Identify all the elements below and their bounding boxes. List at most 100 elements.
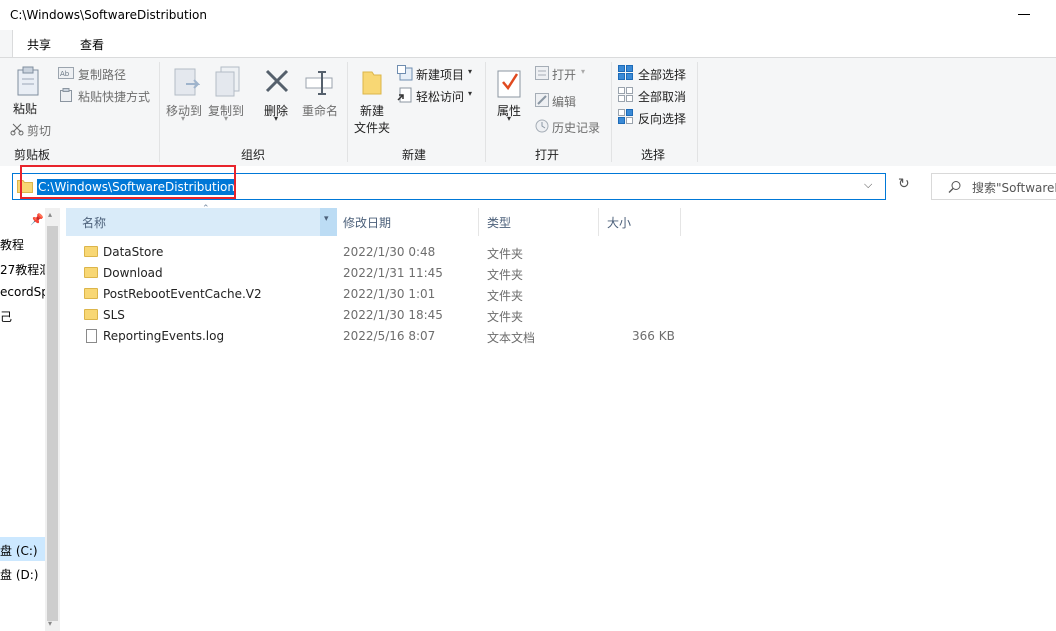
column-type-label: 类型 <box>487 216 512 230</box>
column-header-modified[interactable]: 修改日期 <box>336 208 479 236</box>
divider <box>611 62 612 162</box>
search-box[interactable]: 搜索"SoftwareD <box>931 173 1056 200</box>
copy-path-button[interactable]: Ab 复制路径 <box>58 65 138 83</box>
open-group-label: 打开 <box>535 148 560 162</box>
scissors-icon <box>10 123 24 136</box>
select-none-button[interactable]: 全部取消 <box>618 87 694 105</box>
easy-access-label: 轻松访问 <box>416 90 465 104</box>
file-name: SLS <box>103 308 125 322</box>
open-icon <box>535 66 549 80</box>
title-bar: C:\Windows\SoftwareDistribution <box>0 0 1056 30</box>
table-row[interactable]: Download 2022/1/31 11:45 文件夹 <box>62 263 682 284</box>
file-name: Download <box>103 266 163 280</box>
select-all-button[interactable]: 全部选择 <box>618 65 694 83</box>
table-row[interactable]: SLS 2022/1/30 18:45 文件夹 <box>62 305 682 326</box>
column-header-type[interactable]: 类型 <box>478 208 599 236</box>
paste-button[interactable]: 粘贴 <box>8 64 48 120</box>
cut-label: 剪切 <box>27 124 52 138</box>
table-row[interactable]: DataStore 2022/1/30 0:48 文件夹 <box>62 242 682 263</box>
easy-access-button[interactable]: 轻松访问 ▾ <box>397 87 479 105</box>
file-modified: 2022/5/16 8:07 <box>343 329 436 343</box>
new-folder-label-line2: 文件夹 <box>354 121 391 135</box>
nav-item[interactable]: 教程 <box>0 236 24 253</box>
select-all-label: 全部选择 <box>638 68 687 82</box>
copy-path-label: 复制路径 <box>78 68 127 82</box>
file-type: 文件夹 <box>487 289 524 303</box>
paste-shortcut-button[interactable]: 粘贴快捷方式 <box>58 87 158 105</box>
open-label: 打开 <box>552 68 577 82</box>
properties-icon <box>497 70 521 98</box>
select-all-icon <box>618 65 633 80</box>
divider <box>347 62 348 162</box>
table-row[interactable]: ReportingEvents.log 2022/5/16 8:07 文本文档 … <box>62 326 682 347</box>
file-modified: 2022/1/30 1:01 <box>343 287 436 301</box>
refresh-button[interactable]: ↻ <box>893 173 917 200</box>
file-modified: 2022/1/31 11:45 <box>343 266 443 280</box>
search-icon <box>948 181 961 193</box>
nav-item[interactable]: 己 <box>0 308 12 325</box>
open-button[interactable]: 打开 ▾ <box>535 65 595 83</box>
scroll-down-icon[interactable]: ▾ <box>48 619 52 628</box>
file-tab-edge[interactable] <box>0 30 13 57</box>
new-folder-icon <box>362 71 382 95</box>
chevron-down-icon: ▾ <box>507 114 512 123</box>
copy-path-icon: Ab <box>58 67 74 79</box>
select-group-label: 选择 <box>641 148 666 162</box>
nav-item-drive-c[interactable]: 盘 (C:) <box>0 542 38 559</box>
easy-access-icon <box>397 87 412 103</box>
file-size: 366 KB <box>632 329 675 343</box>
move-to-button[interactable]: 移动到 ▾ <box>164 64 206 124</box>
cut-button[interactable]: 剪切 <box>10 121 60 139</box>
nav-item[interactable]: 27教程汇 <box>0 261 51 278</box>
folder-icon <box>84 246 98 257</box>
nav-item-drive-d[interactable]: 盘 (D:) <box>0 566 38 583</box>
pin-icon[interactable]: 📌 <box>30 213 44 226</box>
column-header-name[interactable]: 名称 ⌃ <box>66 204 337 236</box>
file-name: DataStore <box>103 245 164 259</box>
table-row[interactable]: PostRebootEventCache.V2 2022/1/30 1:01 文… <box>62 284 682 305</box>
column-header-size[interactable]: 大小 <box>598 208 681 236</box>
nav-item[interactable]: ecordSp <box>0 285 49 299</box>
chevron-down-icon: ▾ <box>468 67 473 76</box>
folder-icon <box>84 309 98 320</box>
navigation-pane: 📌 教程 27教程汇 ecordSp 己 盘 (C:) 盘 (D:) ▴ ▾ <box>0 208 62 631</box>
edit-label: 编辑 <box>552 95 577 109</box>
svg-text:Ab: Ab <box>60 70 70 78</box>
organize-group-label: 组织 <box>241 148 266 162</box>
file-name: PostRebootEventCache.V2 <box>103 287 262 301</box>
invert-selection-button[interactable]: 反向选择 <box>618 109 694 127</box>
tab-share[interactable]: 共享 <box>27 36 51 53</box>
document-icon <box>86 329 97 343</box>
new-item-button[interactable]: 新建项目 ▾ <box>397 65 479 83</box>
edit-button[interactable]: 编辑 <box>535 92 595 110</box>
address-row: C:\Windows\SoftwareDistribution ⌵ ↻ 搜索"S… <box>0 165 1056 208</box>
divider <box>697 62 698 162</box>
file-modified: 2022/1/30 0:48 <box>343 245 436 259</box>
divider <box>159 62 160 162</box>
chevron-down-icon[interactable]: ⌵ <box>864 178 872 192</box>
file-type: 文件夹 <box>487 310 524 324</box>
minimize-icon[interactable] <box>1018 14 1030 15</box>
nav-scrollbar-thumb[interactable] <box>47 226 58 621</box>
delete-button[interactable]: 删除 ▾ <box>258 64 296 124</box>
file-type: 文件夹 <box>487 247 524 261</box>
file-name: ReportingEvents.log <box>103 329 225 343</box>
edit-icon <box>535 93 549 107</box>
scroll-up-icon[interactable]: ▴ <box>48 210 52 219</box>
highlight-box <box>20 165 236 199</box>
new-folder-button[interactable]: 新建 文件夹 <box>352 64 392 136</box>
rename-button[interactable]: 重命名 <box>298 64 344 118</box>
chevron-down-icon: ▾ <box>324 214 329 224</box>
divider <box>485 62 486 162</box>
column-dropdown[interactable]: ▾ <box>320 208 336 236</box>
chevron-down-icon: ▾ <box>181 114 186 123</box>
paste-shortcut-icon <box>60 88 72 102</box>
ribbon: 粘贴 剪切 Ab 复制路径 粘贴快捷方式 剪贴板 移动到 ▾ 复制到 ▾ 删除 … <box>0 57 1056 167</box>
folder-icon <box>84 267 98 278</box>
copy-to-button[interactable]: 复制到 ▾ <box>206 64 250 124</box>
tab-view[interactable]: 查看 <box>80 36 104 53</box>
clipboard-icon <box>17 66 39 96</box>
properties-button[interactable]: 属性 ▾ <box>493 64 527 126</box>
history-button[interactable]: 历史记录 <box>535 118 607 136</box>
move-to-icon <box>174 68 200 96</box>
